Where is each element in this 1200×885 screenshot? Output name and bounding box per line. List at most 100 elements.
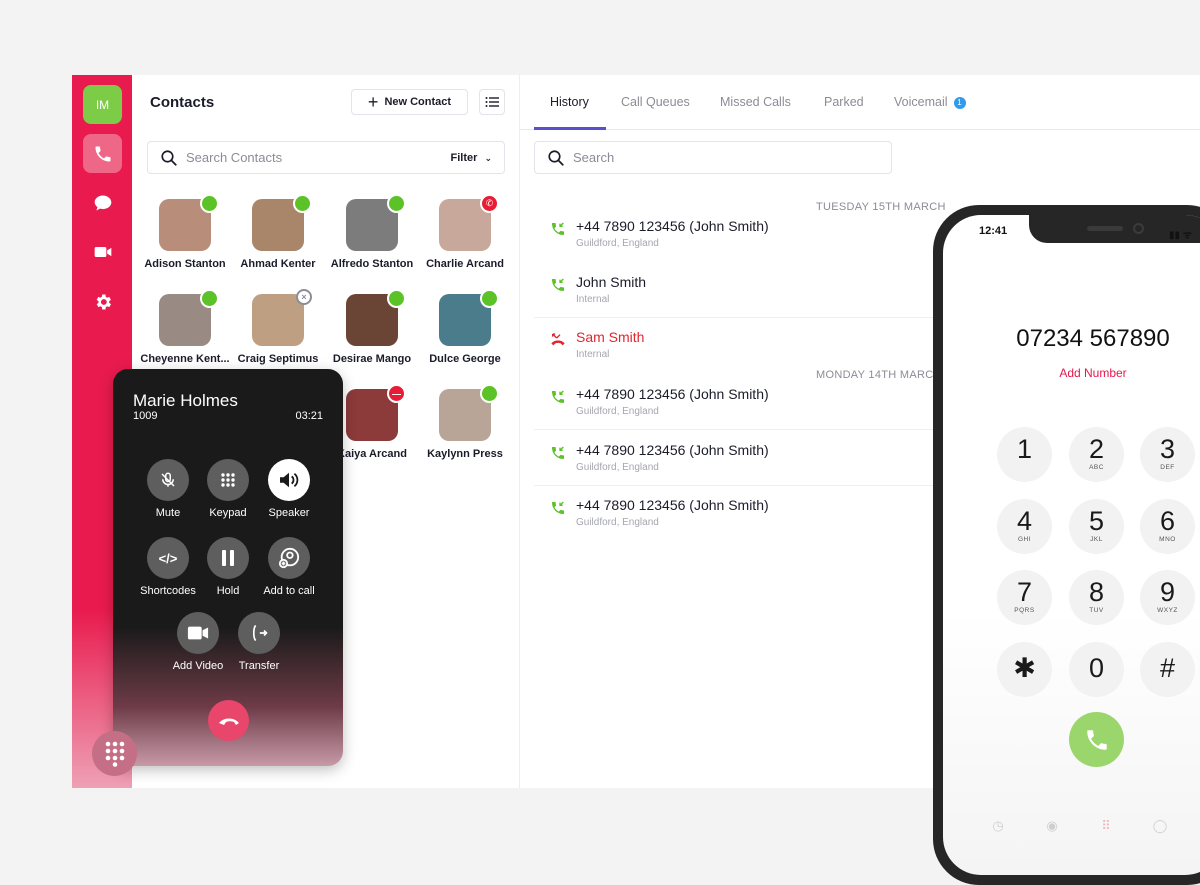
status-online-badge <box>480 384 499 403</box>
rail-item-settings[interactable] <box>83 282 122 321</box>
contact-card[interactable]: Ahmad Kenter <box>231 194 325 270</box>
keypad-key[interactable]: # <box>1140 642 1195 697</box>
filter-dropdown[interactable]: Filter ⌄ <box>450 152 492 164</box>
contact-name: Cheyenne Kent... <box>140 353 230 365</box>
new-contact-label: New Contact <box>384 96 452 108</box>
contact-photo <box>252 194 312 251</box>
keypad-button[interactable]: Keypad <box>193 459 263 519</box>
keypad-key[interactable]: ✱ <box>997 642 1052 697</box>
key-digit: 5 <box>1088 506 1105 536</box>
key-digit: 6 <box>1159 506 1176 536</box>
hold-button[interactable]: Hold <box>193 537 263 597</box>
status-on-call-badge: ✆ <box>480 194 499 213</box>
list-icon <box>485 97 499 107</box>
key-digit: 9 <box>1159 577 1176 607</box>
phone-icon <box>1086 729 1107 750</box>
add-to-call-button[interactable]: Add to call <box>254 537 324 597</box>
contact-card[interactable]: × Craig Septimus <box>231 289 325 365</box>
tab-parked[interactable]: Parked <box>824 95 864 109</box>
contact-card[interactable]: Desirae Mango <box>325 289 419 365</box>
call-history-row[interactable]: +44 7890 123456 (John Smith) Guildford, E… <box>534 486 964 541</box>
call-location: Guildford, England <box>576 406 659 417</box>
contact-card[interactable]: ✆ Charlie Arcand <box>418 194 512 270</box>
contact-photo <box>439 384 499 441</box>
new-contact-button[interactable]: + New Contact <box>351 89 468 115</box>
contact-card[interactable]: Cheyenne Kent... <box>138 289 232 365</box>
dialed-number: 07234 567890 <box>1016 325 1170 352</box>
button-label: Transfer <box>238 660 280 672</box>
dialpad-button[interactable] <box>92 731 137 776</box>
key-digit: 3 <box>1159 434 1176 464</box>
status-dnd-badge: — <box>387 384 406 403</box>
call-history-row[interactable]: +44 7890 123456 (John Smith) Guildford, E… <box>534 375 964 430</box>
call-history-row[interactable]: +44 7890 123456 (John Smith) Guildford, E… <box>534 207 964 262</box>
keypad-tab-icon[interactable]: ⠿ <box>1098 818 1114 834</box>
speaker-icon <box>268 459 310 501</box>
gear-icon <box>96 294 111 309</box>
transfer-icon <box>238 612 280 654</box>
keypad-key[interactable]: 2 ABC <box>1069 427 1124 482</box>
button-label: Speaker <box>268 507 310 519</box>
caller-extension: 1009 <box>133 410 158 422</box>
phone-call-button[interactable] <box>1069 712 1124 767</box>
keypad-key[interactable]: 1 <box>997 427 1052 482</box>
key-digit: # <box>1159 653 1176 683</box>
contacts-icon[interactable]: ◉ <box>1044 818 1060 834</box>
contacts-title: Contacts <box>150 94 215 111</box>
status-online-badge <box>200 194 219 213</box>
call-history-row[interactable]: Sam Smith Internal <box>534 318 964 373</box>
dialpad-icon <box>105 741 124 767</box>
messages-icon[interactable]: ◯ <box>1152 818 1168 834</box>
key-letters: MNO <box>1159 536 1176 543</box>
status-time: 12:41 <box>979 225 1008 237</box>
contacts-search-input[interactable]: Search Contacts Filter ⌄ <box>147 141 505 174</box>
search-icon <box>548 149 564 166</box>
tab-missed-calls[interactable]: Missed Calls <box>720 95 791 109</box>
list-view-button[interactable] <box>479 89 505 115</box>
tab-voicemail[interactable]: Voicemail 1 <box>894 95 966 109</box>
keypad-key[interactable]: 3 DEF <box>1140 427 1195 482</box>
search-placeholder: Search Contacts <box>186 150 283 165</box>
contact-photo: × <box>252 289 312 346</box>
voicemail-count-badge: 1 <box>953 97 966 109</box>
status-online-badge <box>200 289 219 308</box>
rail-item-chat[interactable] <box>83 183 122 222</box>
keypad-key[interactable]: 8 TUV <box>1069 570 1124 625</box>
contact-card[interactable]: Dulce George <box>418 289 512 365</box>
transfer-button[interactable]: Transfer <box>224 612 294 672</box>
incoming-call-icon <box>550 221 566 242</box>
key-digit: 4 <box>1016 506 1033 536</box>
recents-icon[interactable]: ◷ <box>990 818 1006 834</box>
keypad-key[interactable]: 7 PQRS <box>997 570 1052 625</box>
contact-name: Adison Stanton <box>144 258 226 270</box>
rail-item-calls[interactable] <box>83 134 122 173</box>
search-icon <box>161 149 177 166</box>
call-name: John Smith <box>576 273 647 290</box>
user-avatar[interactable]: IM <box>83 85 122 124</box>
speaker-button[interactable]: Speaker <box>254 459 324 519</box>
keypad-key[interactable]: 4 GHI <box>997 499 1052 554</box>
keypad-key[interactable]: 0 <box>1069 642 1124 697</box>
keypad-key[interactable]: 5 JKL <box>1069 499 1124 554</box>
keypad-key[interactable]: 6 MNO <box>1140 499 1195 554</box>
tab-call-queues[interactable]: Call Queues <box>621 95 690 109</box>
code-icon: </> <box>147 537 189 579</box>
add-number-link[interactable]: Add Number <box>963 366 1200 380</box>
call-location: Internal <box>576 293 610 305</box>
keypad-key[interactable]: 9 WXYZ <box>1140 570 1195 625</box>
mic-off-icon <box>147 459 189 501</box>
hang-up-button[interactable] <box>208 700 249 741</box>
contact-card[interactable]: Adison Stanton <box>138 194 232 270</box>
contact-card[interactable]: Alfredo Stanton <box>325 194 419 270</box>
add-video-button[interactable]: Add Video <box>163 612 233 672</box>
call-history-row[interactable]: +44 7890 123456 (John Smith) Guildford, E… <box>534 431 964 486</box>
tab-history[interactable]: History <box>550 95 589 109</box>
contact-name: Alfredo Stanton <box>330 258 414 270</box>
call-duration: 03:21 <box>295 410 323 422</box>
call-history-row[interactable]: John Smith Internal <box>534 263 964 318</box>
contact-card[interactable]: Kaylynn Press <box>418 384 512 460</box>
caller-name: Marie Holmes <box>133 391 238 410</box>
history-search-input[interactable]: Search <box>534 141 892 174</box>
call-location: Guildford, England <box>576 461 659 473</box>
rail-item-video[interactable] <box>83 232 122 271</box>
